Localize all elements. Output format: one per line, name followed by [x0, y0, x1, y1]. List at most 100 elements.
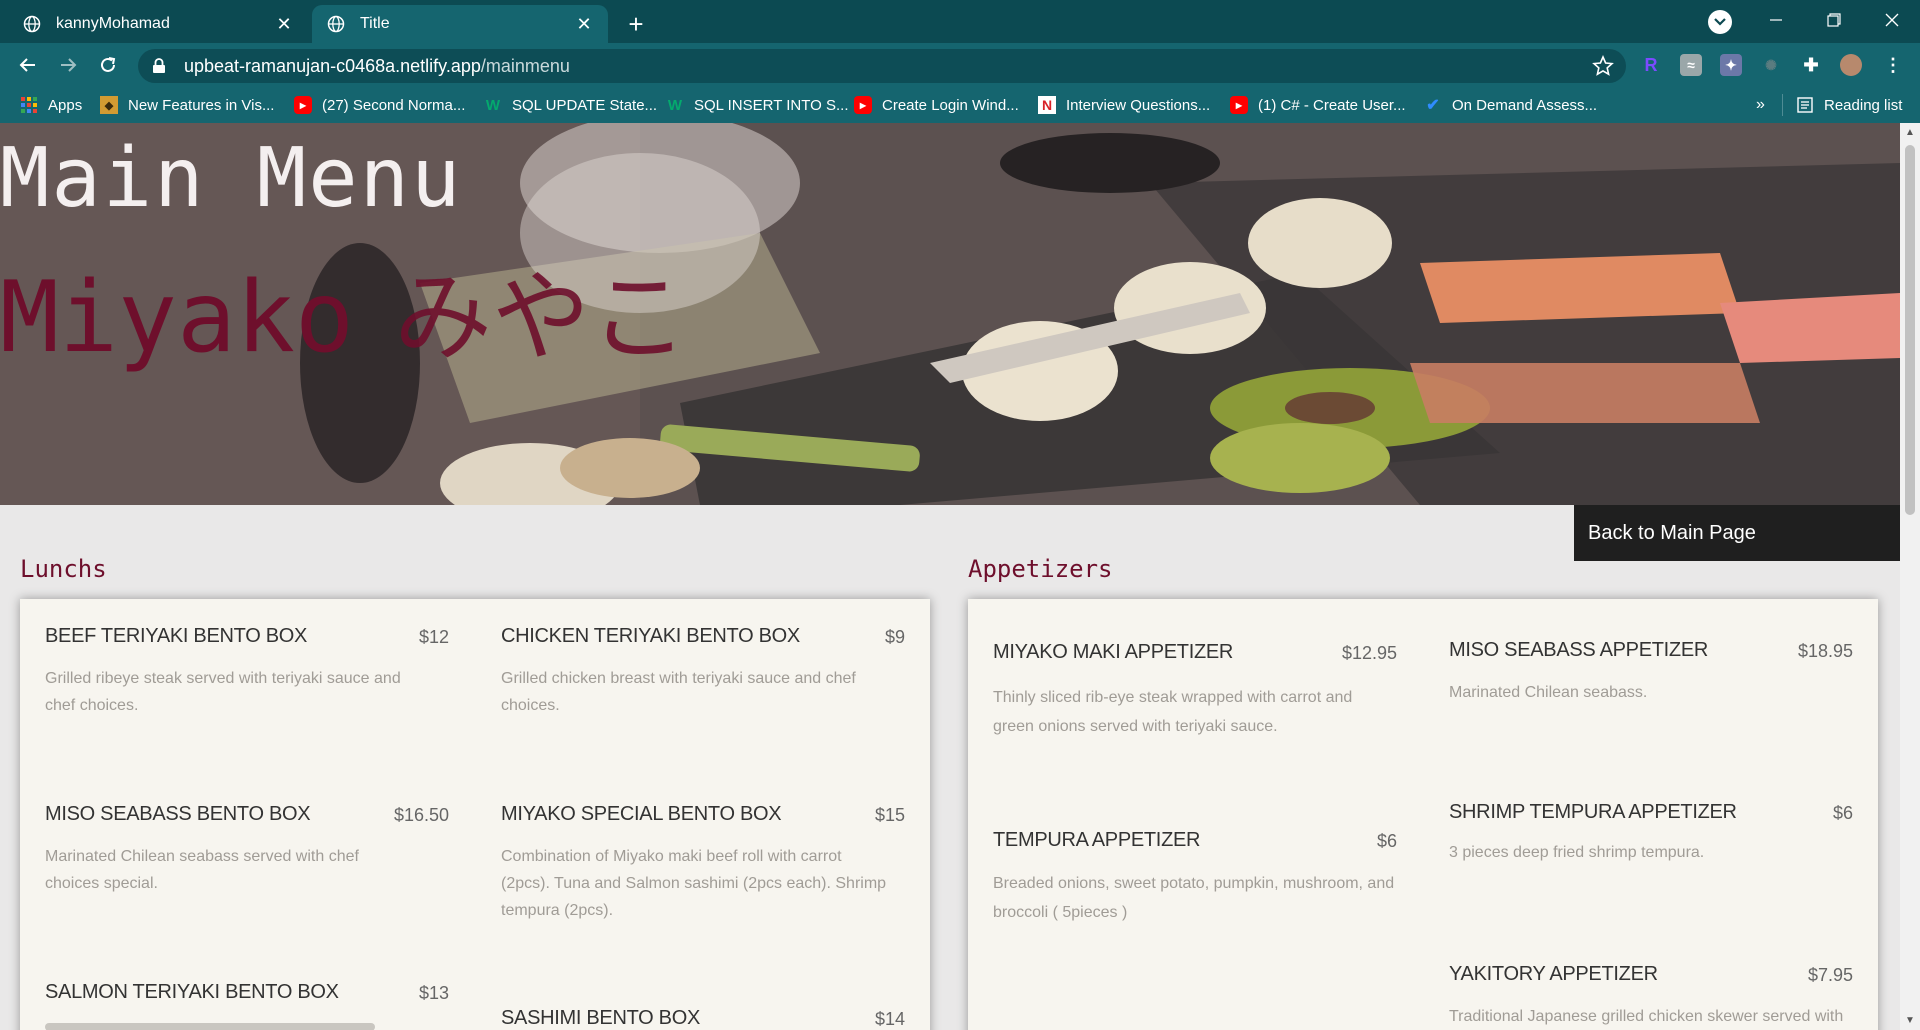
item-price: $15 [874, 805, 905, 825]
bookmark-on-demand[interactable]: ✔ On Demand Assess... [1424, 94, 1597, 116]
close-window-icon[interactable] [1864, 0, 1920, 40]
item-name: MISO SEABASS APPETIZER [1449, 639, 1709, 661]
tab-strip: kannyMohamad ✕ Title ✕ + [0, 0, 1920, 43]
list-item[interactable]: BEEF TERIYAKI BENTO BOX $12 Grilled ribe… [45, 625, 449, 765]
r-extension-icon[interactable]: R [1640, 54, 1662, 76]
brand-name: Miyako みやこ [0, 238, 688, 380]
list-item[interactable]: SHRIMP TEMPURA APPETIZER $6 3 pieces dee… [1449, 801, 1853, 901]
youtube-icon: ▶ [294, 96, 312, 114]
bookmark-apps[interactable]: Apps [20, 94, 82, 116]
reading-list-button[interactable]: Reading list [1796, 94, 1902, 116]
item-price: $7.95 [1807, 965, 1853, 985]
close-tab-icon[interactable]: ✕ [274, 14, 294, 34]
item-name: TEMPURA APPETIZER [993, 829, 1201, 851]
item-name: BEEF TERIYAKI BENTO BOX [45, 625, 308, 647]
list-item[interactable]: YAKITORY APPETIZER $7.95 Traditional Jap… [1449, 963, 1853, 1030]
item-name: MISO SEABASS BENTO BOX [45, 803, 311, 825]
bookmark-create-login[interactable]: ▶ Create Login Wind... [854, 94, 1019, 116]
item-description: Breaded onions, sweet potato, pumpkin, m… [993, 875, 1395, 921]
back-to-main-button[interactable]: Back to Main Page [1574, 505, 1900, 561]
item-description: 3 pieces deep fried shrimp tempura. [1449, 844, 1705, 861]
youtube-icon: ▶ [854, 96, 872, 114]
bookmark-label: SQL INSERT INTO S... [694, 96, 849, 114]
tab-kannymohamad[interactable]: kannyMohamad ✕ [8, 5, 308, 43]
brand-latin: Miyako [0, 261, 355, 375]
lunch-section-title: Lunchs [20, 555, 107, 583]
tab-search-icon[interactable] [1708, 10, 1732, 34]
bookmarks-overflow-button[interactable]: » [1756, 94, 1765, 116]
page-title: Main Menu [0, 131, 463, 226]
list-item[interactable]: MISO SEABASS BENTO BOX $16.50 Marinated … [45, 803, 449, 943]
item-name: SALMON TERIYAKI BENTO BOX [45, 981, 339, 1003]
item-description: Marinated Chilean seabass served with ch… [45, 848, 359, 892]
bookmark-star-icon[interactable] [1592, 54, 1614, 77]
appetizer-menu-card: MIYAKO MAKI APPETIZER $12.95 Thinly slic… [968, 599, 1878, 1030]
list-item[interactable]: MIYAKO MAKI APPETIZER $12.95 Thinly slic… [993, 641, 1397, 801]
reading-list-icon [1796, 96, 1814, 114]
vertical-scrollbar[interactable]: ▲ ▼ [1900, 123, 1920, 1030]
list-item[interactable]: MISO SEABASS APPETIZER $18.95 Marinated … [1449, 639, 1853, 759]
lock-icon[interactable] [152, 58, 168, 74]
bookmark-create-user[interactable]: ▶ (1) C# - Create User... [1230, 94, 1406, 116]
item-name: SASHIMI BENTO BOX [501, 1007, 701, 1029]
bookmark-sql-insert[interactable]: W SQL INSERT INTO S... [666, 94, 849, 116]
bookmark-interview-questions[interactable]: N Interview Questions... [1038, 94, 1210, 116]
page-viewport: Main Menu Miyako みやこ Back to Main Page Lu… [0, 123, 1900, 1030]
item-price: $12 [418, 627, 449, 647]
item-description: Combination of Miyako maki beef roll wit… [501, 848, 887, 919]
list-item[interactable]: MIYAKO SPECIAL BENTO BOX $15 Combination… [501, 803, 905, 943]
close-tab-icon[interactable]: ✕ [574, 14, 594, 34]
address-bar[interactable]: upbeat-ramanujan-c0468a.netlify.app /mai… [138, 49, 1626, 83]
item-name: SHRIMP TEMPURA APPETIZER [1449, 801, 1737, 823]
scrollbar-thumb[interactable] [1905, 145, 1915, 515]
item-price: $16.50 [393, 805, 449, 825]
hero-banner: Main Menu Miyako みやこ [0, 123, 1900, 505]
bug-extension-icon[interactable]: ✺ [1760, 54, 1782, 76]
item-price: $9 [884, 627, 905, 647]
puzzle-extension-icon[interactable]: ✦ [1720, 54, 1742, 76]
item-description: Traditional Japanese grilled chicken ske… [1449, 1008, 1844, 1025]
extensions-puzzle-icon[interactable]: ✚ [1800, 54, 1822, 76]
item-price: $13 [418, 983, 449, 1003]
bookmark-sql-update[interactable]: W SQL UPDATE State... [484, 94, 657, 116]
item-price: $18.95 [1797, 641, 1853, 661]
bookmark-label: Create Login Wind... [882, 96, 1019, 114]
item-name: MIYAKO MAKI APPETIZER [993, 641, 1234, 663]
reload-icon[interactable] [92, 49, 124, 81]
bookmarks-bar: Apps ◆ New Features in Vis... ▶ (27) Sec… [0, 87, 1920, 123]
more-menu-icon[interactable]: ⋮ [1882, 54, 1904, 76]
url-host: upbeat-ramanujan-c0468a.netlify.app [184, 55, 481, 76]
item-description-cutoff [45, 1023, 375, 1030]
browser-toolbar: upbeat-ramanujan-c0468a.netlify.app /mai… [0, 43, 1920, 87]
bookmark-label: New Features in Vis... [128, 96, 275, 114]
list-item[interactable]: CHICKEN TERIYAKI BENTO BOX $9 Grilled ch… [501, 625, 905, 765]
list-item[interactable]: SALMON TERIYAKI BENTO BOX $13 [45, 981, 449, 1030]
bookmark-label: (1) C# - Create User... [1258, 96, 1406, 114]
apps-grid-icon [20, 96, 38, 114]
list-item[interactable]: SASHIMI BENTO BOX $14 [501, 1007, 905, 1030]
youtube-icon: ▶ [1230, 96, 1248, 114]
bookmark-favicon: ◆ [100, 96, 118, 114]
list-item[interactable]: TEMPURA APPETIZER $6 Breaded onions, swe… [993, 829, 1397, 969]
tab-title-page[interactable]: Title ✕ [312, 5, 608, 43]
forward-arrow-icon[interactable] [52, 49, 84, 81]
item-description: Thinly sliced rib-eye steak wrapped with… [993, 689, 1353, 735]
bookmark-new-features[interactable]: ◆ New Features in Vis... [100, 94, 274, 116]
scroll-up-arrow-icon[interactable]: ▲ [1905, 127, 1915, 138]
bookmark-label: Interview Questions... [1066, 96, 1211, 114]
tab-title: kannyMohamad [56, 15, 170, 32]
item-price: $6 [1376, 831, 1397, 851]
bookmarks-divider [1782, 94, 1783, 116]
bookmark-label: Apps [48, 96, 83, 114]
back-arrow-icon[interactable] [12, 49, 44, 81]
avatar[interactable] [1840, 54, 1862, 76]
w3schools-icon: W [667, 96, 683, 114]
restore-icon[interactable] [1806, 0, 1862, 40]
bookmark-label: SQL UPDATE State... [512, 96, 658, 114]
scroll-down-arrow-icon[interactable]: ▼ [1905, 1015, 1915, 1026]
new-tab-button[interactable]: + [620, 8, 652, 40]
bookmark-second-normal[interactable]: ▶ (27) Second Norma... [294, 94, 465, 116]
item-name: MIYAKO SPECIAL BENTO BOX [501, 803, 782, 825]
minimize-icon[interactable] [1748, 0, 1804, 40]
grammar-extension-icon[interactable]: ≈ [1680, 54, 1702, 76]
